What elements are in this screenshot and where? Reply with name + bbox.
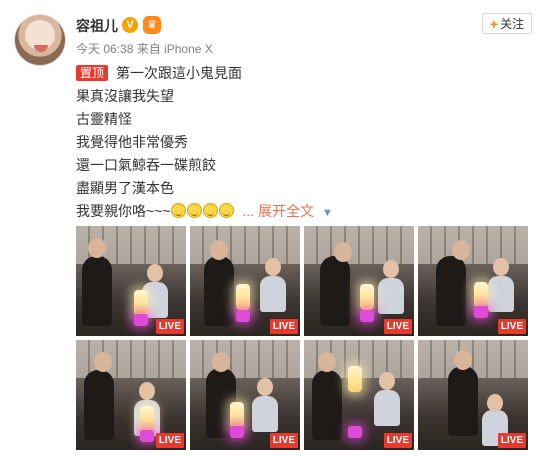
post-text: 置顶 第一次跟這小鬼見面 果真沒讓我失望 古靈精怪 我覺得他非常優秀 還一口氣鯨吞… bbox=[76, 62, 516, 223]
follow-label: 关注 bbox=[500, 17, 525, 31]
post-line: 盡顯男了漢本色 bbox=[76, 180, 174, 196]
live-badge: LIVE bbox=[497, 319, 526, 334]
crown-icon: ♛ bbox=[143, 16, 161, 34]
live-photo-7[interactable]: LIVE bbox=[304, 340, 414, 450]
live-badge: LIVE bbox=[155, 433, 184, 448]
live-badge: LIVE bbox=[497, 433, 526, 448]
live-photo-4[interactable]: LIVE bbox=[418, 226, 528, 336]
follow-button[interactable]: + 关注 bbox=[482, 13, 532, 34]
live-badge: LIVE bbox=[383, 433, 412, 448]
live-badge: LIVE bbox=[383, 319, 412, 334]
live-photo-5[interactable]: LIVE bbox=[76, 340, 186, 450]
smile-emoji-icon bbox=[186, 203, 202, 218]
post-line: 我要親你咯~~~ ... 展开全文 ▼ bbox=[76, 203, 333, 219]
post-line: 還一口氣鯨吞一碟煎餃 bbox=[76, 157, 216, 173]
post-line: 置顶 第一次跟這小鬼見面 bbox=[76, 62, 516, 85]
live-photo-1[interactable]: LIVE bbox=[76, 226, 186, 336]
post-time[interactable]: 今天 06:38 bbox=[76, 42, 133, 56]
live-badge: LIVE bbox=[155, 319, 184, 334]
smile-emoji-icon bbox=[218, 203, 234, 218]
plus-icon: + bbox=[489, 15, 499, 32]
live-photo-2[interactable]: LIVE bbox=[190, 226, 300, 336]
chevron-down-icon[interactable]: ▼ bbox=[322, 207, 333, 219]
post-line: 我覺得他非常優秀 bbox=[76, 134, 188, 150]
live-photo-8[interactable]: LIVE bbox=[418, 340, 528, 450]
avatar[interactable] bbox=[14, 14, 66, 66]
post-line: 果真沒讓我失望 bbox=[76, 88, 174, 104]
smile-emoji-icon bbox=[202, 203, 218, 218]
live-photo-3[interactable]: LIVE bbox=[304, 226, 414, 336]
username[interactable]: 容祖儿 bbox=[76, 16, 118, 36]
live-badge: LIVE bbox=[269, 433, 298, 448]
verified-badge-icon: V bbox=[122, 17, 138, 33]
pinned-badge: 置顶 bbox=[76, 65, 109, 81]
smile-emoji-icon bbox=[170, 203, 186, 218]
post-source: 来自 iPhone X bbox=[136, 42, 213, 56]
expand-full-text-link[interactable]: ... 展开全文 bbox=[242, 203, 314, 219]
live-photo-6[interactable]: LIVE bbox=[190, 340, 300, 450]
live-badge: LIVE bbox=[269, 319, 298, 334]
post-meta: 今天 06:38 来自 iPhone X bbox=[76, 40, 213, 57]
post-line: 古靈精怪 bbox=[76, 111, 132, 127]
